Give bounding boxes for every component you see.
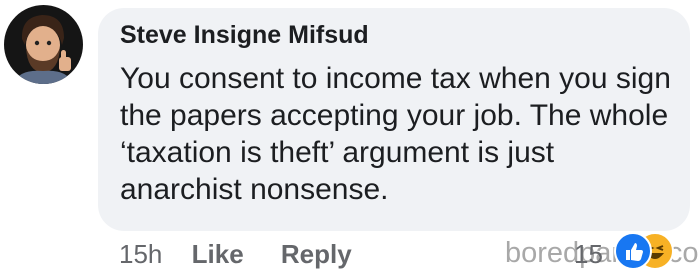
like-button[interactable]: Like: [192, 239, 244, 270]
comment-author-name[interactable]: Steve Insigne Mifsud: [120, 21, 369, 50]
comment-bubble: Steve Insigne Mifsud You consent to inco…: [98, 8, 690, 231]
avatar[interactable]: [4, 5, 83, 84]
reaction-summary[interactable]: [614, 232, 674, 272]
comment-text: You consent to income tax when you sign …: [120, 62, 671, 206]
comment-timestamp[interactable]: 15h: [119, 239, 162, 270]
like-icon: [614, 232, 652, 270]
reply-button[interactable]: Reply: [281, 239, 352, 270]
reaction-count[interactable]: 15: [574, 239, 603, 270]
comment-actions: 15h Like Reply: [119, 239, 352, 270]
